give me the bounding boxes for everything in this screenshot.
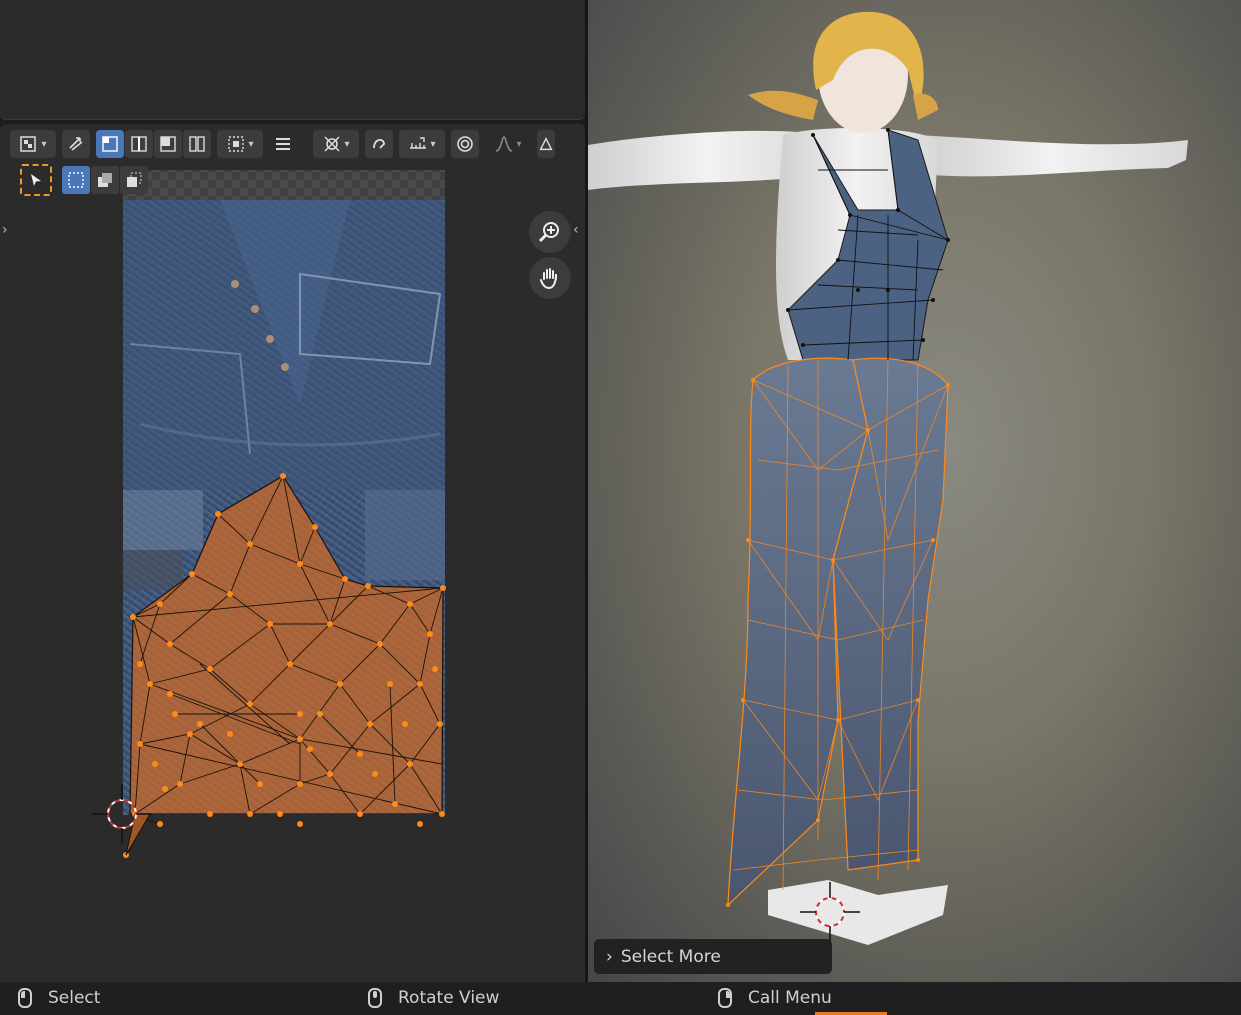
chevron-right-icon: › (606, 946, 613, 967)
mouse-left-icon (18, 988, 32, 1008)
menu-button[interactable] (269, 130, 297, 158)
operator-label: Select More (620, 946, 721, 967)
sticky-select-dropdown[interactable]: ▾ (217, 130, 263, 158)
falloff-dropdown[interactable]: ▾ (485, 130, 531, 158)
chevron-down-icon: ▾ (41, 138, 47, 150)
uv-sync-toggle[interactable] (62, 130, 90, 158)
snap-increment-icon (410, 137, 427, 149)
status-menu-label: Call Menu (748, 988, 832, 1008)
tool-settings-row (20, 164, 148, 196)
mouse-right-icon (718, 988, 732, 1008)
uv-editor[interactable]: ▾ ▾ ▾ ▾ ▾ › ‹ (0, 124, 585, 982)
edge-select-button[interactable] (125, 130, 153, 158)
select-subtract-button[interactable] (120, 166, 148, 194)
uv-canvas[interactable] (0, 124, 585, 982)
status-bar: Select Rotate View Call Menu (0, 982, 1241, 1015)
status-select-label: Select (48, 988, 101, 1008)
edge-select-icon (131, 136, 147, 152)
status-rotate: Rotate View (368, 988, 499, 1008)
top-empty-area (0, 0, 585, 120)
vertex-select-button[interactable] (96, 130, 124, 158)
uv-header-toolbar: ▾ ▾ ▾ ▾ ▾ (10, 128, 555, 160)
chevron-down-icon: ▾ (516, 138, 522, 150)
cursor-arrow-icon (31, 174, 41, 186)
pan-view-button[interactable] (529, 257, 571, 299)
right-arm (918, 135, 1188, 177)
toolbar-expand-icon[interactable]: › (2, 222, 8, 238)
island-select-button[interactable] (183, 130, 211, 158)
select-subtract-icon (127, 172, 142, 187)
image-browse-button[interactable] (537, 130, 555, 158)
chevron-down-icon: ▾ (248, 138, 254, 150)
chevron-down-icon: ▾ (430, 138, 436, 150)
pivot-icon (324, 136, 340, 152)
falloff-curve-icon (496, 136, 513, 152)
status-rotate-label: Rotate View (398, 988, 500, 1008)
sidebar-expand-icon[interactable]: ‹ (573, 222, 579, 238)
hamburger-icon (276, 138, 290, 150)
face-select-button[interactable] (154, 130, 182, 158)
select-new-icon (68, 172, 84, 188)
proportional-editing-icon (457, 136, 473, 152)
vertex-select-icon (102, 136, 118, 152)
proportional-editing-toggle[interactable] (451, 130, 479, 158)
island-select-icon (189, 136, 205, 152)
pivot-point-dropdown[interactable]: ▾ (313, 130, 359, 158)
selection-mode-group (62, 166, 148, 194)
sticky-select-icon (228, 136, 245, 152)
status-select: Select (18, 988, 100, 1008)
uv-editor-icon (20, 136, 37, 152)
chevron-down-icon: ▾ (344, 138, 350, 150)
hand-icon (540, 268, 557, 290)
select-mode-group (96, 130, 211, 158)
uv-sync-icon (69, 137, 83, 151)
mouse-middle-icon (368, 988, 382, 1008)
character-model[interactable] (588, 0, 1241, 982)
status-menu: Call Menu (718, 988, 832, 1008)
select-extend-button[interactable] (91, 166, 119, 194)
image-icon (539, 136, 553, 151)
snap-icon (373, 139, 385, 149)
select-tool-button[interactable] (20, 164, 52, 196)
select-new-button[interactable] (62, 166, 90, 194)
snap-target-dropdown[interactable]: ▾ (399, 130, 445, 158)
zoom-view-button[interactable] (529, 211, 571, 253)
3d-viewport[interactable] (588, 0, 1241, 982)
zoom-icon (538, 222, 559, 243)
snap-toggle[interactable] (365, 130, 393, 158)
select-extend-icon (98, 173, 112, 187)
transparency-checker (123, 170, 445, 200)
last-operator-panel[interactable]: › Select More (594, 939, 832, 974)
editor-type-dropdown[interactable]: ▾ (10, 130, 56, 158)
face-select-icon (160, 136, 176, 152)
